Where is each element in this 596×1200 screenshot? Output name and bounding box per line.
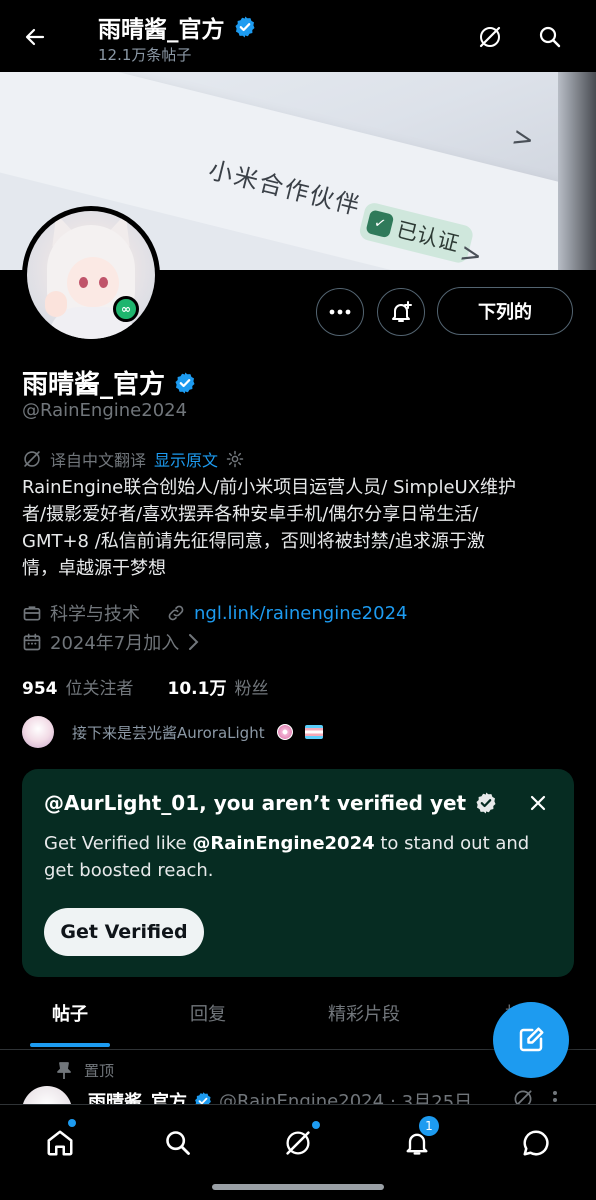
translate-icon: [24, 451, 40, 467]
tab-replies[interactable]: 回复: [190, 1000, 226, 1026]
bio-line: RainEngine联合创始人/前小米项目运营人员/ SimpleUX维护: [22, 477, 517, 498]
grok-unread-dot: [312, 1121, 320, 1129]
nav-grok[interactable]: [278, 1123, 318, 1163]
promo-body-handle: @RainEngine2024: [192, 833, 375, 854]
following-stat[interactable]: 954 位关注者: [22, 674, 134, 699]
search-icon: [539, 26, 561, 48]
profile-stats: 954 位关注者 10.1万 粉丝: [22, 674, 268, 699]
followers-count: 10.1万: [167, 679, 227, 699]
bio-line: 者/摄影爱好者/喜欢摆弄各种安卓手机/偶尔分享日常生活/: [22, 504, 479, 525]
promo-title-row: @AurLight_01, you aren’t verified yet: [44, 791, 498, 815]
follower-avatar: [22, 716, 54, 748]
nav-search[interactable]: [158, 1123, 198, 1163]
header-name: 雨晴酱_官方: [98, 17, 225, 43]
chevron-right-icon: [189, 634, 199, 650]
profile-avatar[interactable]: [22, 206, 160, 344]
notifications-toggle-button[interactable]: [377, 288, 425, 336]
translate-note: 译自中文翻译: [50, 451, 147, 470]
following-label: 位关注者: [65, 679, 134, 699]
back-arrow-icon: [25, 28, 45, 46]
profile-category: 科学与技术: [50, 604, 140, 625]
profile-link[interactable]: ngl.link/rainengine2024: [194, 603, 408, 624]
bio-line: 情，卓越源于梦想: [22, 558, 166, 579]
pin-icon: [57, 1061, 71, 1079]
verification-promo: @AurLight_01, you aren’t verified yet Ge…: [22, 769, 574, 977]
followers-stat[interactable]: 10.1万 粉丝: [168, 674, 269, 699]
notification-add-icon: [392, 301, 412, 322]
verified-icon[interactable]: [173, 371, 197, 395]
notification-count-badge: 1: [419, 1116, 439, 1136]
followers-label: 粉丝: [234, 679, 269, 699]
profile-name: 雨晴酱_官方: [22, 370, 166, 400]
grok-icon: [286, 1131, 310, 1155]
nav-home[interactable]: [40, 1123, 80, 1163]
verified-icon: [476, 792, 496, 814]
promo-body: Get Verified like @RainEngine2024 to sta…: [44, 830, 544, 884]
flag-emoji-icon: [304, 725, 323, 739]
pinned-label-row: 置顶: [56, 1060, 114, 1081]
profile-joined: 2024年7月加入: [50, 633, 180, 654]
profile-name-row: 雨晴酱_官方: [22, 364, 197, 401]
verified-icon: [235, 16, 254, 38]
settings-icon[interactable]: [226, 450, 244, 468]
top-bar: 雨晴酱_官方 12.1万条帖子: [0, 0, 596, 72]
back-button[interactable]: [18, 20, 52, 54]
flower-emoji-icon: [276, 724, 293, 740]
followed-by-row[interactable]: 接下来是芸光酱AuroraLight: [22, 716, 323, 748]
following-count: 954: [22, 679, 58, 699]
active-tab-indicator: [30, 1043, 110, 1047]
get-verified-button[interactable]: Get Verified: [44, 908, 204, 956]
followed-by-text: 接下来是芸光酱AuroraLight: [72, 723, 265, 742]
promo-close-button[interactable]: [524, 789, 552, 817]
grok-button[interactable]: [473, 20, 507, 54]
grok-icon: [479, 26, 501, 48]
pinned-label: 置顶: [84, 1062, 115, 1080]
profile-handle: @RainEngine2024: [22, 400, 188, 421]
link-icon: [168, 605, 184, 621]
following-button[interactable]: 下列的: [437, 287, 573, 335]
home-unread-dot: [68, 1119, 76, 1127]
search-button[interactable]: [533, 20, 567, 54]
nav-messages[interactable]: [516, 1123, 556, 1163]
tab-highlights[interactable]: 精彩片段: [328, 1000, 400, 1026]
more-icon: [329, 309, 351, 315]
profile-meta-row: 科学与技术 ngl.link/rainengine2024: [22, 600, 408, 626]
calendar-icon: [23, 633, 41, 651]
home-icon: [47, 1130, 73, 1156]
infinity-badge-icon: ∞: [113, 296, 139, 322]
message-icon: [523, 1130, 549, 1156]
profile-bio: RainEngine联合创始人/前小米项目运营人员/ SimpleUX维护 者/…: [22, 474, 578, 582]
promo-body-prefix: Get Verified like: [44, 833, 193, 854]
post-count: 12.1万条帖子: [98, 46, 192, 64]
tab-posts[interactable]: 帖子: [52, 1000, 88, 1026]
header-title: 雨晴酱_官方: [98, 10, 257, 44]
compose-icon: [519, 1027, 544, 1052]
profile-joined-row[interactable]: 2024年7月加入: [22, 629, 199, 655]
close-icon: [530, 795, 546, 811]
translate-row: 译自中文翻译 显示原文: [22, 447, 244, 471]
banner-phone-edge: [558, 72, 596, 270]
compose-button[interactable]: [493, 1002, 569, 1078]
briefcase-icon: [23, 606, 41, 621]
bio-line: GMT+8 /私信前请先征得同意，否则将被封禁/追求源于激: [22, 531, 485, 552]
show-original-link[interactable]: 显示原文: [154, 447, 218, 471]
search-icon: [166, 1131, 190, 1155]
home-indicator[interactable]: [212, 1184, 384, 1190]
shield-icon: ✓: [365, 209, 395, 239]
promo-title: @AurLight_01, you aren’t verified yet: [44, 791, 467, 815]
avatar-image: [27, 211, 155, 339]
more-button[interactable]: [316, 288, 364, 336]
